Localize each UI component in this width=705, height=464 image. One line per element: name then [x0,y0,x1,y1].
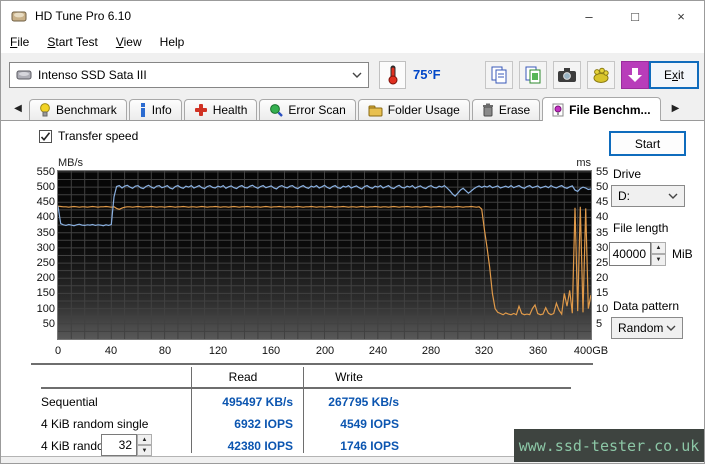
selected-drive-label: Intenso SSD Sata III [38,68,147,82]
copy-icon [491,66,507,84]
menu-bar: File Start Test View Help [1,31,704,53]
copy-text-button[interactable] [485,61,513,89]
tab-scroll-left[interactable]: ◀ [9,98,27,118]
disk-icon [16,70,32,80]
tab-error-scan[interactable]: Error Scan [259,99,356,120]
window-title: HD Tune Pro 6.10 [35,9,132,23]
lightbulb-icon [40,103,50,117]
file-length-input[interactable]: 40000 [609,242,651,266]
left-axis-unit: MB/s [58,157,84,169]
file-benchmark-icon [552,103,564,116]
row-sequential-label: Sequential [41,395,98,409]
tab-erase[interactable]: Erase [471,99,541,120]
copy-image-icon [525,66,541,84]
minimize-button[interactable]: – [566,1,612,31]
data-pattern-dropdown[interactable]: Random [611,317,683,339]
folder-icon [368,105,383,116]
menu-help[interactable]: Help [151,33,194,51]
drive-selector[interactable]: Intenso SSD Sata III [9,62,369,88]
file-benchmark-page: Transfer speed MB/s ms 550 500 450 400 350 30… [1,121,704,462]
copy-image-button[interactable] [519,61,547,89]
tab-info[interactable]: Info [128,99,182,120]
queue-depth-control: 32 ▲ ▼ [101,434,152,456]
tab-benchmark[interactable]: Benchmark [29,99,127,120]
hand-coins-icon [593,67,609,83]
menu-view[interactable]: View [107,33,151,51]
queue-depth-up-button[interactable]: ▲ [137,434,152,445]
tab-file-benchmark[interactable]: File Benchm... [542,97,661,121]
donate-button[interactable] [587,61,615,89]
left-axis-ticks: 550 500 450 400 350 300 250 200 150 100 50 [36,166,55,330]
file-length-label: File length [613,221,669,235]
check-icon [40,131,51,141]
random-multi-write-value: 1746 IOPS [340,439,399,453]
trash-icon [482,103,493,117]
health-cross-icon [194,104,207,116]
temperature-value: 75°F [413,67,441,82]
download-arrow-icon [628,68,642,82]
tab-scroll-right[interactable]: ▶ [667,98,685,118]
drive-dropdown[interactable]: D: [611,185,685,207]
data-pattern-label: Data pattern [613,299,680,313]
right-axis-unit: ms [576,157,591,169]
table-header-rule [41,387,571,389]
transfer-speed-label: Transfer speed [58,129,139,143]
table-top-rule [31,363,593,365]
tab-folder-usage[interactable]: Folder Usage [357,99,470,120]
transfer-speed-checkbox-row: Transfer speed [39,129,138,143]
file-length-unit: MiB [672,247,693,261]
read-column-header: Read [228,370,258,384]
app-disk-icon [11,11,27,22]
random-single-read-value: 6932 IOPS [234,417,293,431]
watermark: www.ssd-tester.co.uk [514,429,704,462]
save-results-button[interactable] [621,61,649,89]
close-button[interactable]: × [658,1,704,31]
chevron-down-icon [352,72,362,78]
menu-file[interactable]: File [1,33,38,51]
maximize-button[interactable]: □ [612,1,658,31]
transfer-speed-checkbox[interactable] [39,129,52,143]
sequential-read-value: 495497 KB/s [222,395,293,409]
row-random-single-label: 4 KiB random single [41,417,149,431]
queue-depth-down-button[interactable]: ▼ [137,445,152,456]
drive-label: Drive [613,167,642,181]
thermometer-icon [388,65,397,85]
toolbar: Intenso SSD Sata III 75°F E x it [1,53,704,96]
exit-button[interactable]: Ex it [649,61,699,89]
camera-icon [558,68,576,82]
chevron-down-icon [666,325,676,331]
info-icon [140,103,145,117]
chevron-down-icon [668,193,678,199]
tab-bar: ◀ Benchmark Info Health Error Scan Folde… [1,96,704,121]
screenshot-button[interactable] [553,61,581,89]
start-button[interactable]: Start [609,131,686,156]
file-length-control: 40000 ▲ ▼ MiB [609,242,693,266]
tab-health[interactable]: Health [183,99,258,120]
random-multi-read-value: 42380 IOPS [227,439,293,453]
magnifier-icon [270,104,284,117]
results-table: Read Write Sequential 495497 KB/s 267795… [31,363,593,457]
benchmark-chart [57,170,592,340]
file-length-up-button[interactable]: ▲ [651,242,666,254]
sequential-write-value: 267795 KB/s [328,395,399,409]
write-column-header: Write [335,370,363,384]
file-length-down-button[interactable]: ▼ [651,254,666,266]
queue-depth-input[interactable]: 32 [101,434,137,456]
temperature-button[interactable] [379,61,406,89]
x-axis-ticks: 0 40 80 120 160 200 240 280 320 360 400GB [54,345,609,357]
menu-start-test[interactable]: Start Test [38,33,106,51]
random-single-write-value: 4549 IOPS [340,417,399,431]
app-window: HD Tune Pro 6.10 – □ × File Start Test Vie… [0,0,705,464]
title-bar: HD Tune Pro 6.10 – □ × [1,1,704,31]
